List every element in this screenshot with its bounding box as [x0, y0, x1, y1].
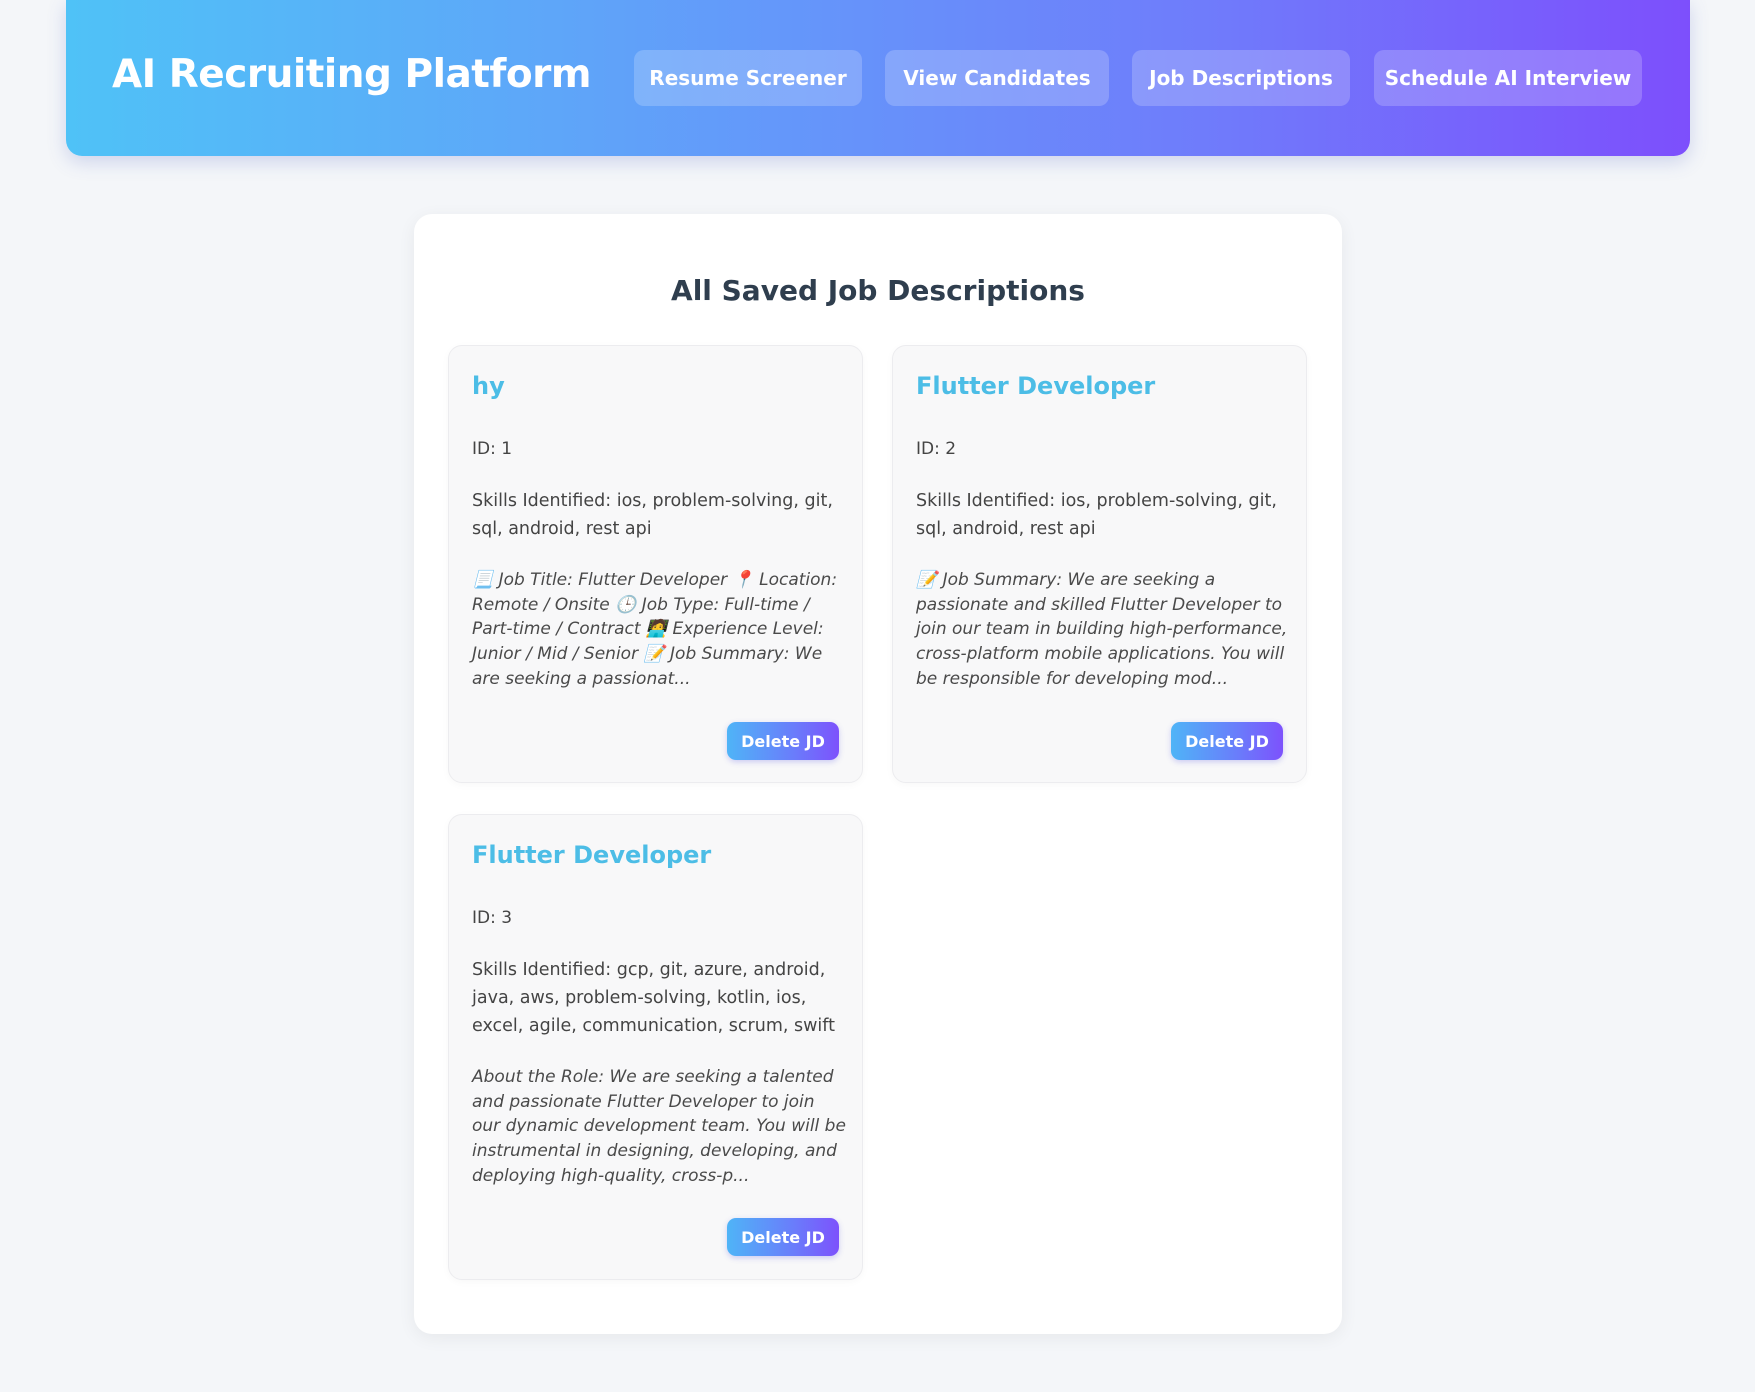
jd-card-title: hy	[472, 372, 505, 400]
jd-card: Flutter Developer ID: 3 Skills Identifie…	[448, 814, 863, 1280]
jd-card-description: 📝 Job Summary: We are seeking a passiona…	[916, 570, 1288, 689]
top-header: AI Recruiting Platform Resume Screener V…	[66, 0, 1690, 156]
jd-card-skills: Skills Identified: ios, problem-solving,…	[916, 491, 1277, 539]
job-descriptions-panel: All Saved Job Descriptions hy ID: 1 Skil…	[414, 214, 1342, 1334]
nav-schedule-ai-interview-button[interactable]: Schedule AI Interview	[1374, 50, 1642, 106]
jd-card: hy ID: 1 Skills Identified: ios, problem…	[448, 345, 863, 783]
jd-card-title: Flutter Developer	[472, 841, 712, 869]
jd-card-description: 📃 Job Title: Flutter Developer 📍 Locatio…	[472, 570, 838, 689]
delete-jd-button[interactable]: Delete JD	[1171, 722, 1283, 760]
jd-card-skills: Skills Identified: ios, problem-solving,…	[472, 491, 833, 539]
app-title: AI Recruiting Platform	[112, 52, 592, 97]
delete-jd-button[interactable]: Delete JD	[727, 722, 839, 760]
jd-card-id: ID: 3	[472, 908, 513, 928]
jd-card: Flutter Developer ID: 2 Skills Identifie…	[892, 345, 1307, 783]
jd-card-title: Flutter Developer	[916, 372, 1156, 400]
jd-card-description: About the Role: We are seeking a talente…	[472, 1067, 846, 1186]
nav-job-descriptions-button[interactable]: Job Descriptions	[1132, 50, 1350, 106]
jd-card-id: ID: 2	[916, 439, 957, 459]
nav-view-candidates-button[interactable]: View Candidates	[885, 50, 1109, 106]
delete-jd-button[interactable]: Delete JD	[727, 1218, 839, 1256]
jd-card-id: ID: 1	[472, 439, 513, 459]
nav-resume-screener-button[interactable]: Resume Screener	[634, 50, 862, 106]
page-title: All Saved Job Descriptions	[671, 274, 1085, 307]
jd-card-skills: Skills Identified: gcp, git, azure, andr…	[472, 960, 835, 1036]
